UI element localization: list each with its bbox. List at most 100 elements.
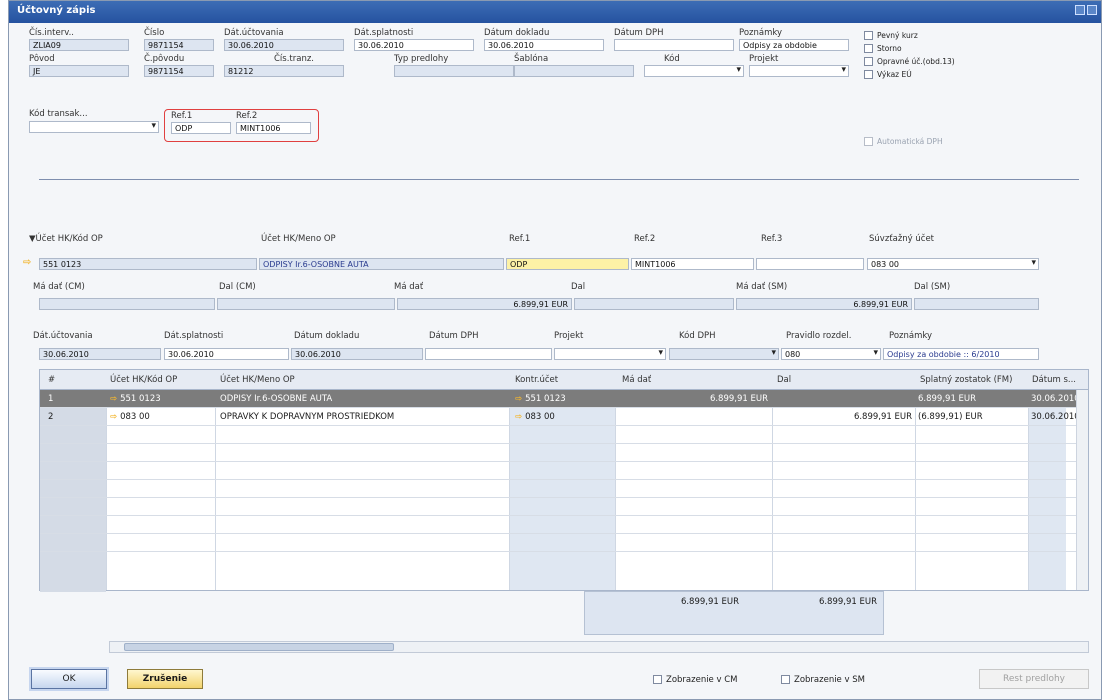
origin-number-label: Č.pôvodu [144,54,185,64]
template-field[interactable] [514,65,634,77]
totals-row: 6.899,91 EUR 6.899,91 EUR [584,591,884,635]
transaction-number-field[interactable]: 81212 [224,65,344,77]
col-number[interactable]: # [48,375,55,385]
debit-cm-field[interactable] [39,298,215,310]
vat-date-field[interactable] [614,39,734,51]
journal-entry-window: Účtovný zápis Čís.interv.. ZLIA09 Číslo … [8,0,1102,700]
row-due-date: 30.06.2010 [1031,412,1080,422]
table-row[interactable] [40,444,1088,462]
horizontal-scrollbar[interactable] [109,641,1089,653]
code-dropdown[interactable] [644,65,744,77]
document-date-detail-field[interactable]: 30.06.2010 [291,348,423,360]
table-row[interactable] [40,516,1088,534]
auto-vat-label: Automatická DPH [877,137,943,146]
table-row[interactable] [40,426,1088,444]
link-arrow-icon[interactable]: ⇨ [110,412,120,422]
detail-ref1-label: Ref.1 [509,234,531,244]
col-due-balance[interactable]: Splatný zostatok (FM) [920,375,1012,385]
link-arrow-icon[interactable]: ⇨ [515,412,525,422]
project-detail-dropdown[interactable] [554,348,666,360]
debit-field[interactable]: 6.899,91 EUR [397,298,572,310]
credit-sm-field[interactable] [914,298,1039,310]
origin-number-field[interactable]: 9871154 [144,65,214,77]
number-label: Číslo [144,28,165,38]
credit-cm-field[interactable] [217,298,395,310]
row-account-name: ODPISY Ir.6-OSOBNE AUTA [220,394,333,404]
storno-checkbox[interactable] [864,44,873,53]
col-credit[interactable]: Dal [777,375,791,385]
detail-account-code-field[interactable]: 551 0123 [39,258,257,270]
distribution-rule-label: Pravidlo rozdel. [786,331,852,341]
row-contra-account[interactable]: ⇨ 083 00 [515,412,555,422]
col-account-code[interactable]: Účet HK/Kód OP [110,375,177,385]
show-cm-checkbox[interactable] [653,675,662,684]
credit-sm-label: Dal (SM) [914,282,951,292]
remarks-detail-field[interactable]: Odpisy za obdobie :: 6/2010 [883,348,1039,360]
table-row[interactable] [40,480,1088,498]
link-arrow-icon[interactable]: ⇨ [110,394,120,404]
table-row[interactable]: 1 ⇨ 551 0123 ODPISY Ir.6-OSOBNE AUTA ⇨ 5… [40,390,1088,408]
detail-account-name-label: Účet HK/Meno OP [261,234,336,244]
table-header: # Účet HK/Kód OP Účet HK/Meno OP Kontr.ú… [40,370,1088,390]
col-account-name[interactable]: Účet HK/Meno OP [220,375,295,385]
maximize-icon[interactable] [1087,5,1097,15]
table-row[interactable] [40,462,1088,480]
col-contra-account[interactable]: Kontr.účet [515,375,558,385]
project-dropdown[interactable] [749,65,849,77]
detail-account-code-label[interactable]: ▼Účet HK/Kód OP [29,234,103,244]
link-arrow-icon[interactable]: ⇨ [515,394,525,404]
posting-date-field[interactable]: 30.06.2010 [224,39,344,51]
number-field[interactable]: 9871154 [144,39,214,51]
offset-account-field[interactable]: 083 00 [867,258,1039,270]
debit-sm-field[interactable]: 6.899,91 EUR [736,298,912,310]
row-contra-account[interactable]: ⇨ 551 0123 [515,394,566,404]
show-sm-checkbox[interactable] [781,675,790,684]
detail-ref2-field[interactable]: MINT1006 [631,258,754,270]
remarks-field[interactable]: Odpisy za obdobie [739,39,849,51]
template-type-field[interactable] [394,65,514,77]
ok-button[interactable]: OK [31,669,107,689]
posting-date-detail-field[interactable]: 30.06.2010 [39,348,161,360]
interval-field[interactable]: ZLIA09 [29,39,129,51]
correction-checkbox[interactable] [864,57,873,66]
posting-date-label: Dát.účtovania [224,28,284,38]
detail-ref1-field[interactable]: ODP [506,258,629,270]
detail-account-name-field[interactable]: ODPISY Ir.6-OSOBNE AUTA [259,258,504,270]
distribution-rule-dropdown[interactable]: 080 [781,348,881,360]
fixed-rate-checkbox[interactable] [864,31,873,40]
project-detail-label: Projekt [554,331,584,341]
credit-field[interactable] [574,298,734,310]
due-date-field[interactable]: 30.06.2010 [354,39,474,51]
detail-ref3-field[interactable] [756,258,864,270]
eu-report-label: Výkaz EÚ [877,70,912,79]
document-date-field[interactable]: 30.06.2010 [484,39,604,51]
due-date-detail-field[interactable]: 30.06.2010 [164,348,289,360]
debit-sm-label: Má dať (SM) [736,282,788,292]
transaction-number-label: Čís.tranz. [274,54,315,64]
col-debit[interactable]: Má dať [622,375,651,385]
row-account-code[interactable]: ⇨ 551 0123 [110,394,161,404]
debit-cm-label: Má dať (CM) [33,282,85,292]
table-row[interactable]: 2 ⇨ 083 00 OPRAVKY K DOPRAVNYM PROSTRIED… [40,408,1088,426]
link-arrow-icon[interactable]: ⇨ [23,257,31,268]
vertical-scrollbar[interactable] [1076,390,1088,590]
vat-date-detail-field[interactable] [425,348,552,360]
origin-field[interactable]: JE [29,65,129,77]
transaction-code-dropdown[interactable] [29,121,159,133]
offset-account-label: Súvzťažný účet [869,234,935,244]
row-account-code[interactable]: ⇨ 083 00 [110,412,150,422]
table-row[interactable] [40,534,1088,552]
vat-code-dropdown[interactable] [669,348,779,360]
row-due-date: 30.06.2010 [1031,394,1080,404]
cancel-button[interactable]: Zrušenie [127,669,203,689]
debit-label: Má dať [394,282,424,292]
eu-report-checkbox[interactable] [864,70,873,79]
col-due-date[interactable]: Dátum s... [1032,375,1076,385]
transaction-code-label: Kód transak... [29,109,88,119]
ref-highlight-box [164,109,319,142]
template-type-label: Typ predlohy [394,54,449,64]
scroll-thumb[interactable] [124,643,394,651]
minimize-icon[interactable] [1075,5,1085,15]
table-row[interactable] [40,498,1088,516]
template-button: Rest predlohy [979,669,1089,689]
